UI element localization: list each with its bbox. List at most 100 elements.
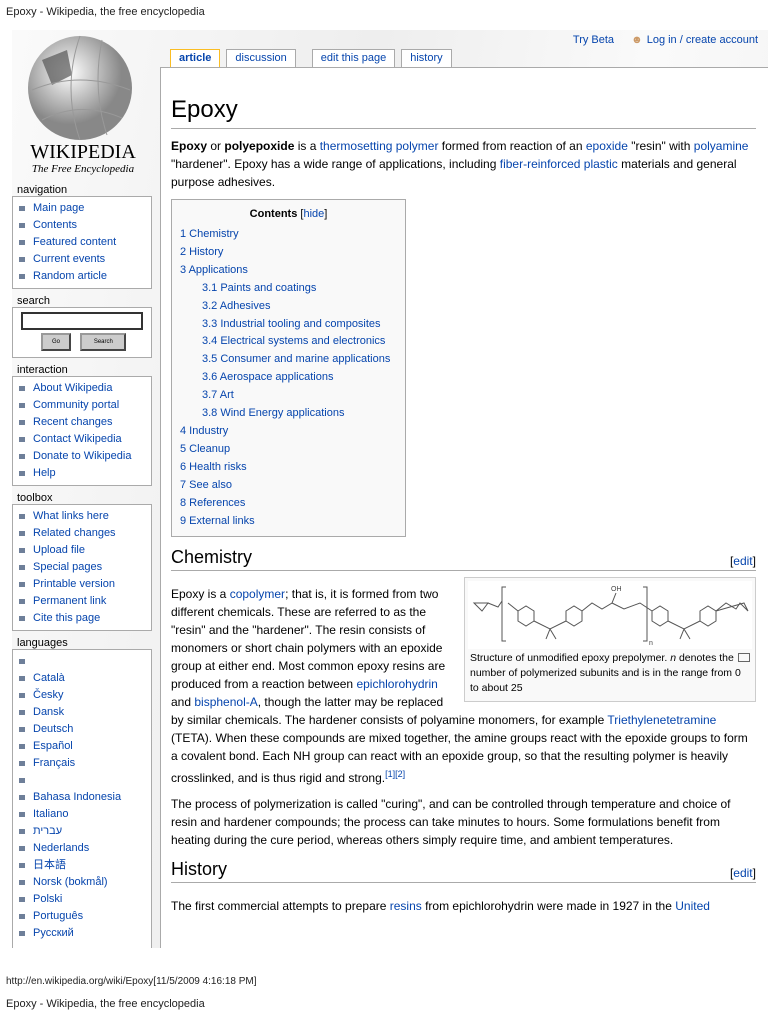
sidebar-item-toolbox[interactable]: Permanent link bbox=[19, 593, 151, 610]
toc-item[interactable]: 3.7 Art bbox=[180, 387, 397, 405]
language-link[interactable]: Français bbox=[19, 755, 151, 772]
toc-item[interactable]: 6 Health risks bbox=[180, 459, 397, 477]
language-link[interactable]: Italiano bbox=[19, 806, 151, 823]
heading-text: History bbox=[171, 859, 228, 880]
svg-text:WIKIPEDIA: WIKIPEDIA bbox=[30, 141, 136, 163]
search-heading: search bbox=[17, 295, 51, 307]
toc-item[interactable]: 7 See also bbox=[180, 477, 397, 495]
page-tabs: article discussion edit this page histor… bbox=[170, 49, 452, 68]
link-united[interactable]: United bbox=[675, 899, 710, 913]
language-link[interactable]: Español bbox=[19, 738, 151, 755]
sidebar-item-navigation[interactable]: Contents bbox=[19, 217, 151, 234]
toc-item[interactable]: 8 References bbox=[180, 495, 397, 513]
toc-item[interactable]: 4 Industry bbox=[180, 423, 397, 441]
search-button[interactable]: Search bbox=[80, 333, 127, 351]
link-copolymer[interactable]: copolymer bbox=[230, 587, 285, 601]
sidebar-item-toolbox[interactable]: Cite this page bbox=[19, 610, 151, 627]
toc-item[interactable]: 3.5 Consumer and marine applications bbox=[180, 351, 397, 369]
toc-items: 1 Chemistry 2 History 3 Applications 3.1 Pa… bbox=[180, 226, 397, 530]
edit-section-link[interactable]: edit bbox=[733, 866, 752, 880]
language-link[interactable]: Dansk bbox=[19, 704, 151, 721]
text: and bbox=[171, 695, 195, 710]
sidebar-item-navigation[interactable]: Random article bbox=[19, 268, 151, 285]
sidebar-item-interaction[interactable]: Help bbox=[19, 465, 151, 482]
language-link[interactable]: עברית bbox=[19, 823, 151, 840]
sidebar-item-toolbox[interactable]: What links here bbox=[19, 508, 151, 525]
language-link[interactable]: 日本語 bbox=[19, 857, 151, 874]
toc-item[interactable]: 3.3 Industrial tooling and composites bbox=[180, 316, 397, 334]
sidebar-item-toolbox[interactable]: Printable version bbox=[19, 576, 151, 593]
sidebar-item-toolbox[interactable]: Special pages bbox=[19, 559, 151, 576]
tab-history[interactable]: history bbox=[401, 49, 452, 68]
toc-item[interactable]: 2 History bbox=[180, 244, 397, 262]
link-triethylenetetramine[interactable]: Triethylenetetramine bbox=[607, 713, 716, 727]
figure-caption: Structure of unmodified epoxy prepolymer… bbox=[468, 649, 752, 698]
print-footer-title: Epoxy - Wikipedia, the free encyclopedia bbox=[6, 998, 205, 1010]
figure-thumbnail: OH n Structure of unmodified epoxy prepo… bbox=[464, 577, 756, 703]
text: "hardener". Epoxy has a wide range of ap… bbox=[171, 157, 500, 171]
text: is a bbox=[294, 139, 320, 153]
tab-discussion[interactable]: discussion bbox=[226, 49, 296, 68]
sidebar-item-navigation[interactable]: Current events bbox=[19, 251, 151, 268]
toc-item[interactable]: 3 Applications bbox=[180, 262, 397, 280]
language-link[interactable]: Português bbox=[19, 908, 151, 925]
language-link[interactable]: Česky bbox=[19, 687, 151, 704]
language-link[interactable]: Nederlands bbox=[19, 840, 151, 857]
sidebar-item-interaction[interactable]: About Wikipedia bbox=[19, 380, 151, 397]
language-link[interactable]: Русский bbox=[19, 925, 151, 942]
sidebar-item-interaction[interactable]: Contact Wikipedia bbox=[19, 431, 151, 448]
link-polyamine[interactable]: polyamine bbox=[694, 139, 749, 153]
sidebar-item-interaction[interactable]: Recent changes bbox=[19, 414, 151, 431]
language-link[interactable]: Bahasa Indonesia bbox=[19, 789, 151, 806]
edit-section-link[interactable]: edit bbox=[733, 554, 752, 568]
toc-item[interactable]: 1 Chemistry bbox=[180, 226, 397, 244]
toc-item[interactable]: 3.1 Paints and coatings bbox=[180, 280, 397, 298]
sidebar-item-navigation[interactable]: Featured content bbox=[19, 234, 151, 251]
reference-2[interactable]: [2] bbox=[395, 769, 405, 779]
language-link[interactable]: Deutsch bbox=[19, 721, 151, 738]
toc-item[interactable]: 3.2 Adhesives bbox=[180, 298, 397, 316]
reference-1[interactable]: [1] bbox=[385, 769, 395, 779]
sidebar-item-interaction[interactable]: Community portal bbox=[19, 397, 151, 414]
toc-hide-link[interactable]: hide bbox=[303, 208, 324, 220]
language-link[interactable]: Norsk (bokmål) bbox=[19, 874, 151, 891]
toc-item[interactable]: 3.6 Aerospace applications bbox=[180, 369, 397, 387]
language-link[interactable]: Català bbox=[19, 670, 151, 687]
search-box: Go Search bbox=[12, 307, 152, 358]
toc-item[interactable]: 3.4 Electrical systems and electronics bbox=[180, 333, 397, 351]
epoxy-structure-image[interactable]: OH n bbox=[468, 581, 752, 650]
sidebar-item-toolbox[interactable]: Upload file bbox=[19, 542, 151, 559]
link-epoxide[interactable]: epoxide bbox=[586, 139, 628, 153]
navigation-heading: navigation bbox=[17, 184, 68, 196]
text: from epichlorohydrin were made in 1927 i… bbox=[421, 899, 676, 914]
language-link[interactable] bbox=[19, 772, 151, 789]
search-input[interactable] bbox=[21, 312, 143, 330]
globe-icon: WIKIPEDIA The Free Encyclopedia bbox=[28, 35, 136, 175]
toc-item[interactable]: 5 Cleanup bbox=[180, 441, 397, 459]
try-beta-link[interactable]: Try Beta bbox=[573, 34, 614, 46]
tab-article[interactable]: article bbox=[170, 49, 221, 68]
language-link[interactable]: Polski bbox=[19, 891, 151, 908]
go-button[interactable]: Go bbox=[41, 333, 71, 351]
toc-item[interactable]: 9 External links bbox=[180, 513, 397, 531]
link-resins[interactable]: resins bbox=[390, 899, 422, 913]
personal-tools: Try Beta ☻ Log in / create account bbox=[559, 34, 758, 46]
link-fiber-reinforced-plastic[interactable]: fiber-reinforced plastic bbox=[500, 157, 618, 171]
toc-item[interactable]: 3.8 Wind Energy applications bbox=[180, 405, 397, 423]
oh-label: OH bbox=[611, 586, 622, 593]
sidebar-item-interaction[interactable]: Donate to Wikipedia bbox=[19, 448, 151, 465]
link-bisphenol-a[interactable]: bisphenol-A bbox=[194, 695, 257, 709]
wikipedia-logo[interactable]: WIKIPEDIA The Free Encyclopedia bbox=[12, 30, 162, 180]
text: The first commercial attempts to prepare bbox=[171, 899, 390, 914]
link-thermosetting-polymer[interactable]: thermosetting polymer bbox=[320, 139, 439, 153]
magnify-icon[interactable] bbox=[738, 653, 750, 663]
history-paragraph: The first commercial attempts to prepare… bbox=[171, 897, 756, 915]
language-link[interactable] bbox=[19, 653, 151, 670]
sidebar-item-toolbox[interactable]: Related changes bbox=[19, 525, 151, 542]
login-link[interactable]: Log in / create account bbox=[647, 34, 758, 46]
link-epichlorohydrin[interactable]: epichlorohydrin bbox=[356, 677, 437, 691]
sidebar-item-navigation[interactable]: Main page bbox=[19, 200, 151, 217]
tab-edit[interactable]: edit this page bbox=[311, 49, 396, 68]
languages-list: Català Česky Dansk Deutsch Español Français Ba… bbox=[12, 649, 152, 948]
table-of-contents: Contents [hide] 1 Chemistry 2 History 3 Ap… bbox=[171, 199, 406, 538]
